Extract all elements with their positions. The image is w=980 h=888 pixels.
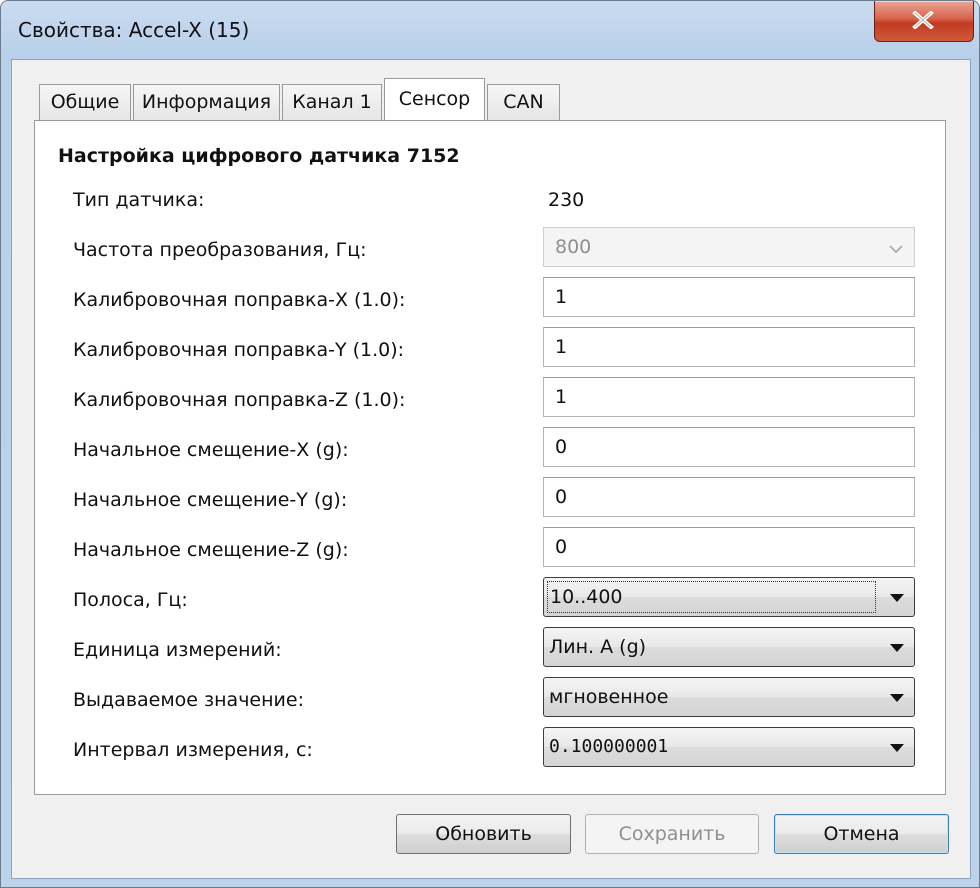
output-value-select[interactable]: мгновенное — [543, 677, 915, 717]
tab-can[interactable]: CAN — [487, 84, 560, 120]
close-button[interactable] — [874, 1, 974, 42]
bandwidth-value: 10..400 — [547, 581, 876, 613]
offset-z-input[interactable]: 0 — [543, 527, 915, 567]
offset-y-label: Начальное смещение-Y (g): — [73, 489, 348, 511]
calib-y-label: Калибровочная поправка-Y (1.0): — [73, 339, 405, 361]
properties-dialog: Свойства: Accel-X (15) Общие Информация … — [0, 0, 980, 888]
section-title: Настройка цифрового датчика 7152 — [58, 145, 460, 167]
calib-y-input[interactable]: 1 — [543, 327, 915, 367]
chevron-down-icon[interactable] — [890, 744, 904, 752]
dialog-client-area: Общие Информация Канал 1 Сенсор CAN Наст… — [11, 59, 971, 879]
interval-select[interactable]: 0.100000001 — [543, 727, 915, 767]
calib-x-input[interactable]: 1 — [543, 277, 915, 317]
chevron-down-icon — [889, 245, 903, 253]
chevron-down-icon[interactable] — [890, 644, 904, 652]
sensor-tab-panel: Настройка цифрового датчика 7152 Тип дат… — [34, 120, 946, 795]
chevron-down-icon[interactable] — [890, 694, 904, 702]
offset-x-input[interactable]: 0 — [543, 427, 915, 467]
output-value-label: Выдаваемое значение: — [73, 689, 304, 711]
close-icon — [912, 11, 934, 29]
chevron-down-icon[interactable] — [890, 594, 904, 602]
offset-z-label: Начальное смещение-Z (g): — [73, 539, 349, 561]
sensor-type-label: Тип датчика: — [73, 189, 205, 211]
tab-info[interactable]: Информация — [133, 84, 280, 120]
bandwidth-select[interactable]: 10..400 — [543, 577, 915, 617]
interval-value: 0.100000001 — [549, 736, 669, 757]
bandwidth-label: Полоса, Гц: — [73, 589, 188, 611]
conversion-rate-value: 800 — [555, 236, 592, 258]
save-button[interactable]: Сохранить — [585, 814, 759, 854]
tab-sensor[interactable]: Сенсор — [384, 78, 485, 120]
tab-general[interactable]: Общие — [39, 84, 131, 120]
conversion-rate-label: Частота преобразования, Гц: — [73, 239, 367, 261]
tab-channel-1[interactable]: Канал 1 — [282, 84, 382, 120]
unit-value: Лин. А (g) — [549, 636, 647, 658]
calib-z-input[interactable]: 1 — [543, 377, 915, 417]
unit-select[interactable]: Лин. А (g) — [543, 627, 915, 667]
calib-z-label: Калибровочная поправка-Z (1.0): — [73, 389, 406, 411]
calib-x-label: Калибровочная поправка-X (1.0): — [73, 289, 406, 311]
interval-label: Интервал измерения, с: — [73, 739, 313, 761]
conversion-rate-select: 800 — [543, 227, 915, 267]
cancel-button[interactable]: Отмена — [774, 814, 949, 854]
title-bar[interactable]: Свойства: Accel-X (15) — [1, 1, 979, 59]
window-title: Свойства: Accel-X (15) — [18, 18, 250, 42]
sensor-type-value: 230 — [548, 189, 585, 211]
refresh-button[interactable]: Обновить — [396, 814, 571, 854]
output-value-value: мгновенное — [549, 686, 669, 708]
offset-x-label: Начальное смещение-X (g): — [73, 439, 349, 461]
unit-label: Единица измерений: — [73, 639, 282, 661]
offset-y-input[interactable]: 0 — [543, 477, 915, 517]
